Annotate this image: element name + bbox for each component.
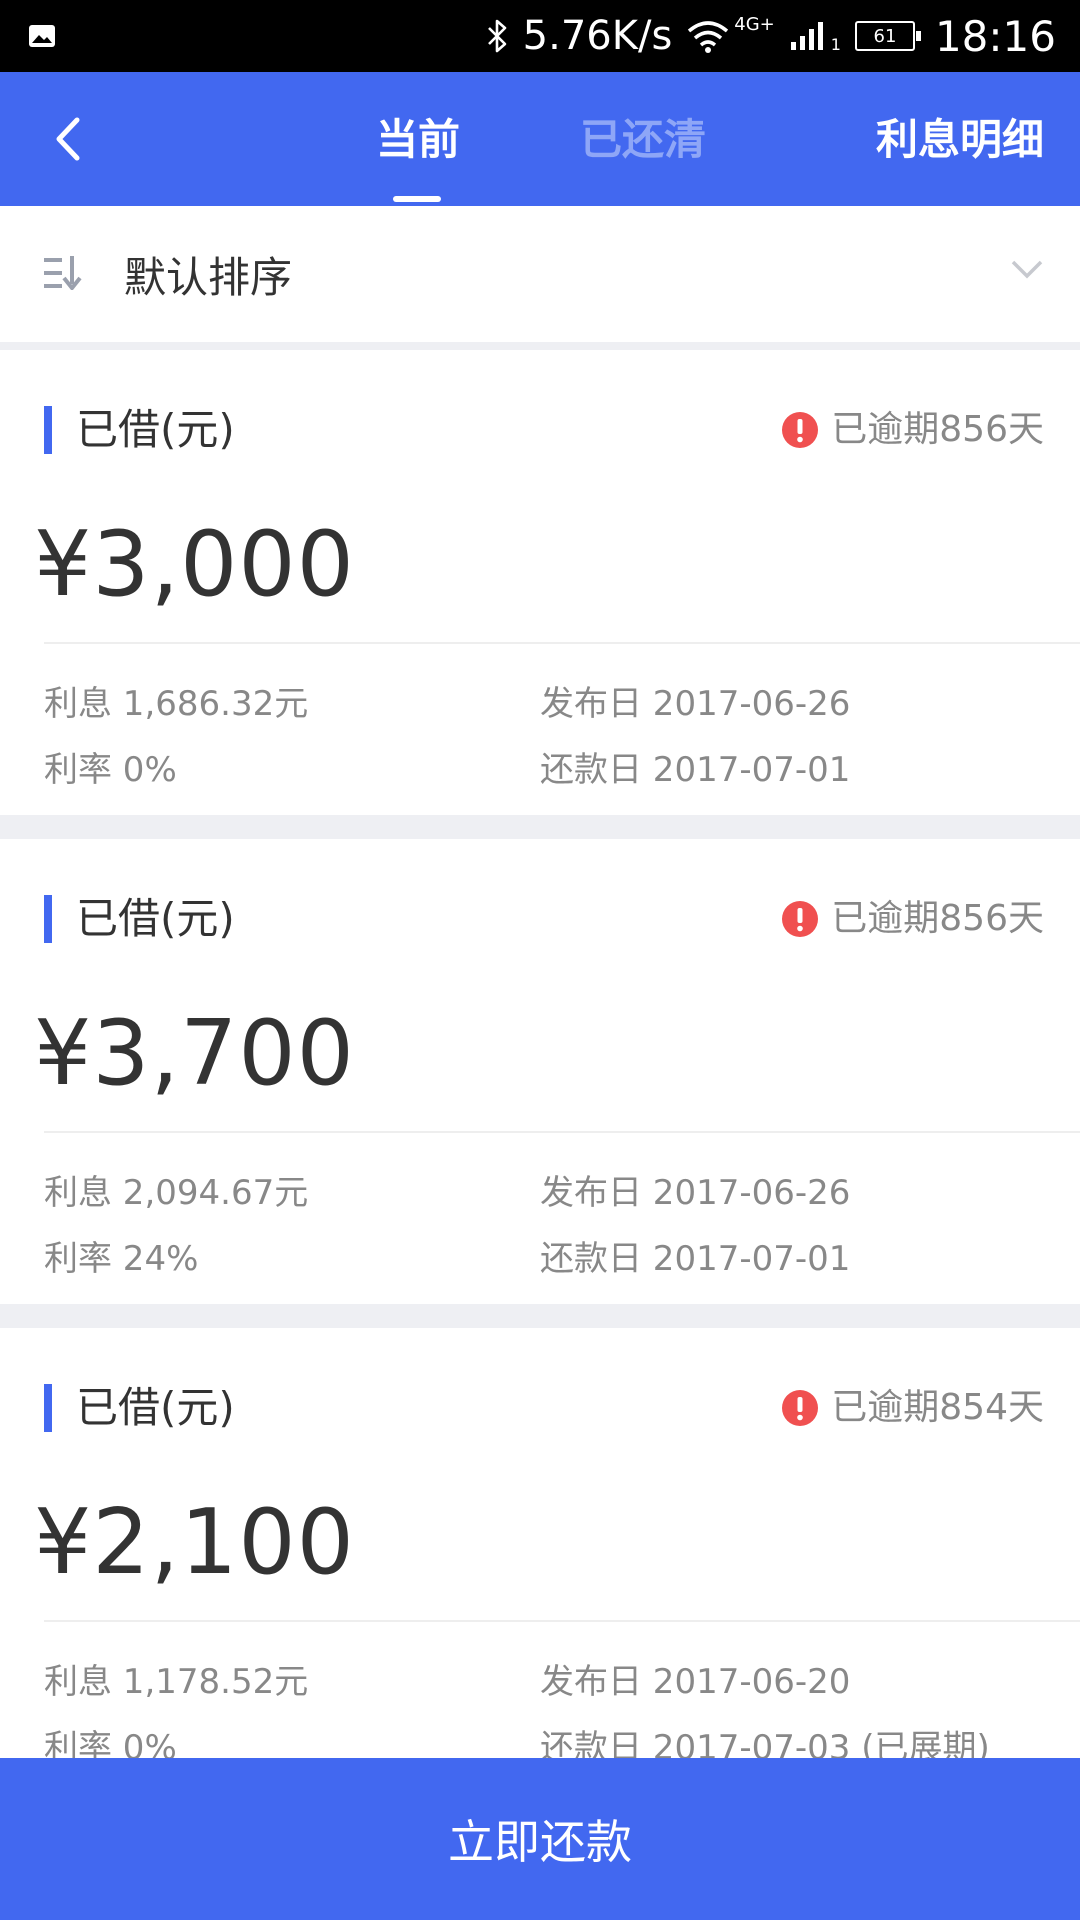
overdue-status: 已逾期854天 (781, 1380, 1044, 1436)
battery-icon: 61 (854, 21, 921, 51)
loan-publish-date: 发布日 2017-06-26 (540, 684, 851, 724)
sort-label: 默认排序 (124, 253, 293, 302)
loan-title: 已借(元) (76, 894, 235, 943)
signal-icon (790, 22, 823, 50)
loan-interest: 利息 1,686.32元 (44, 684, 309, 724)
bluetooth-icon (487, 19, 506, 53)
overdue-status: 已逾期856天 (781, 891, 1044, 947)
chevron-down-icon (1011, 260, 1043, 279)
app-header: 当前 已还清 利息明细 (0, 72, 1080, 206)
card-divider (44, 1131, 1080, 1133)
section-divider (0, 342, 1080, 350)
overdue-status: 已逾期856天 (781, 402, 1044, 458)
loan-publish-date: 发布日 2017-06-20 (540, 1662, 851, 1702)
battery-tip (915, 31, 921, 41)
loan-amount: ¥3,000 (34, 512, 355, 617)
exclamation-circle-icon (782, 901, 819, 937)
card-accent-bar (44, 895, 52, 943)
exclamation-circle-icon (782, 1390, 819, 1426)
status-bar: 5.76K/s 4G+ 1 61 18:16 (0, 0, 1080, 72)
card-divider (44, 1620, 1080, 1622)
loan-rate: 利率 24% (44, 1239, 199, 1279)
loan-card[interactable]: 已借(元) 已逾期856天 ¥3,700 利息 2,094.67元 发布日 20… (0, 839, 1080, 1304)
loan-amount: ¥3,700 (34, 1001, 355, 1106)
active-tab-indicator (393, 196, 441, 202)
card-divider (44, 642, 1080, 644)
interest-detail-button[interactable]: 利息明细 (876, 112, 1044, 168)
sim-slot: 1 (830, 35, 841, 54)
sort-icon (44, 256, 82, 290)
overdue-days: 已逾期854天 (831, 1387, 1044, 1428)
sort-dropdown[interactable]: 默认排序 (0, 206, 1080, 342)
battery-level: 61 (873, 25, 897, 47)
card-separator (0, 815, 1080, 839)
tab-current[interactable]: 当前 (376, 112, 460, 168)
status-bar-right: 5.76K/s 4G+ 1 61 18:16 (485, 0, 1056, 72)
tab-cleared[interactable]: 已还清 (580, 112, 706, 168)
net-speed: 5.76K/s (522, 13, 673, 59)
loan-rate: 利率 0% (44, 750, 177, 790)
overdue-days: 已逾期856天 (831, 898, 1044, 939)
network-type: 4G+ (734, 14, 775, 35)
chevron-left-icon (56, 117, 80, 161)
back-button[interactable] (36, 104, 100, 174)
loan-amount: ¥2,100 (34, 1490, 355, 1595)
loan-repay-date: 还款日 2017-07-01 (540, 750, 851, 790)
wifi-icon (688, 21, 729, 53)
loan-title: 已借(元) (76, 1383, 235, 1432)
card-accent-bar (44, 406, 52, 454)
loan-repay-date: 还款日 2017-07-01 (540, 1239, 851, 1279)
loan-rate: 利率 0% (44, 1728, 177, 1758)
card-separator (0, 1304, 1080, 1328)
loan-card[interactable]: 已借(元) 已逾期854天 ¥2,100 利息 1,178.52元 发布日 20… (0, 1328, 1080, 1758)
exclamation-circle-icon (782, 412, 819, 448)
loan-interest: 利息 2,094.67元 (44, 1173, 309, 1213)
loan-card[interactable]: 已借(元) 已逾期856天 ¥3,000 利息 1,686.32元 发布日 20… (0, 350, 1080, 815)
loan-interest: 利息 1,178.52元 (44, 1662, 309, 1702)
repay-now-button[interactable]: 立即还款 (0, 1758, 1080, 1920)
card-accent-bar (44, 1384, 52, 1432)
loan-publish-date: 发布日 2017-06-26 (540, 1173, 851, 1213)
loan-title: 已借(元) (76, 405, 235, 454)
loan-repay-date: 还款日 2017-07-03 (已展期) (540, 1728, 990, 1758)
overdue-days: 已逾期856天 (831, 409, 1044, 450)
clock: 18:16 (934, 11, 1056, 61)
image-icon (29, 25, 55, 47)
